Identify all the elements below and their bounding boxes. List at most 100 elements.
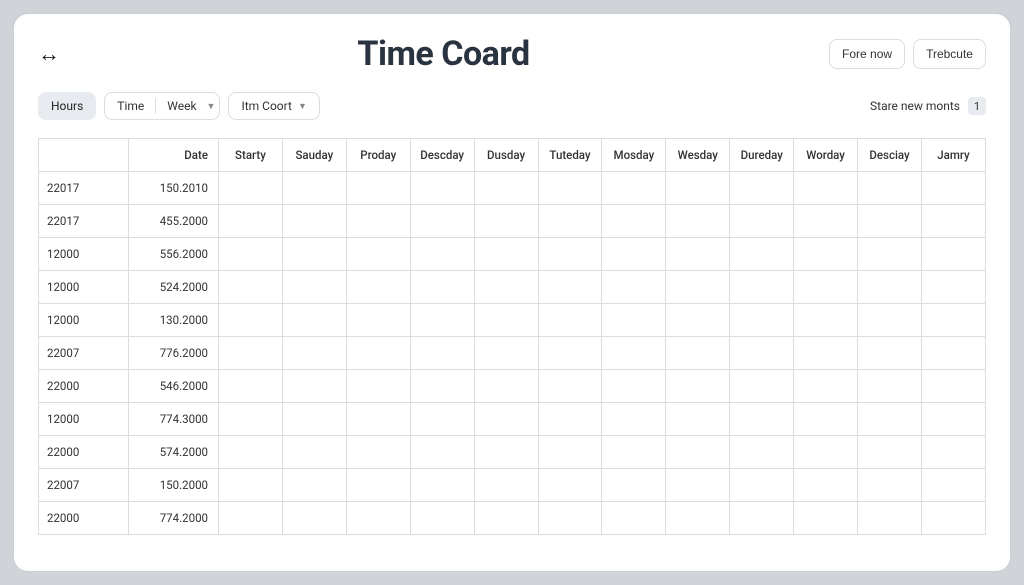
table-cell[interactable]	[858, 337, 922, 370]
table-cell[interactable]	[474, 436, 538, 469]
table-cell[interactable]	[282, 337, 346, 370]
table-cell[interactable]	[410, 403, 474, 436]
table-cell[interactable]	[282, 238, 346, 271]
table-cell[interactable]	[538, 469, 602, 502]
table-cell[interactable]	[921, 205, 985, 238]
table-cell[interactable]	[538, 238, 602, 271]
table-cell[interactable]	[474, 238, 538, 271]
table-cell[interactable]: 22017	[39, 172, 129, 205]
table-cell[interactable]	[921, 370, 985, 403]
trebcute-button[interactable]: Trebcute	[913, 39, 986, 69]
table-cell[interactable]	[474, 304, 538, 337]
table-cell[interactable]: 150.2000	[129, 469, 219, 502]
table-cell[interactable]	[602, 304, 666, 337]
table-cell[interactable]	[858, 172, 922, 205]
table-cell[interactable]: 22000	[39, 436, 129, 469]
table-cell[interactable]	[346, 304, 410, 337]
table-cell[interactable]	[282, 502, 346, 535]
table-cell[interactable]	[346, 403, 410, 436]
table-cell[interactable]	[219, 337, 283, 370]
table-cell[interactable]: 150.2010	[129, 172, 219, 205]
table-cell[interactable]	[730, 370, 794, 403]
table-cell[interactable]	[219, 403, 283, 436]
table-cell[interactable]	[858, 205, 922, 238]
table-cell[interactable]	[602, 238, 666, 271]
table-cell[interactable]	[858, 304, 922, 337]
table-cell[interactable]	[858, 238, 922, 271]
table-cell[interactable]	[666, 238, 730, 271]
table-row[interactable]: 22007150.2000	[39, 469, 986, 502]
table-cell[interactable]	[921, 337, 985, 370]
table-cell[interactable]	[794, 469, 858, 502]
table-cell[interactable]: 12000	[39, 304, 129, 337]
hours-filter-button[interactable]: Hours	[38, 92, 96, 120]
table-cell[interactable]	[666, 337, 730, 370]
table-cell[interactable]	[474, 403, 538, 436]
table-cell[interactable]	[602, 205, 666, 238]
table-cell[interactable]	[538, 205, 602, 238]
fore-now-button[interactable]: Fore now	[829, 39, 905, 69]
table-cell[interactable]	[602, 502, 666, 535]
table-cell[interactable]	[219, 436, 283, 469]
table-cell[interactable]	[794, 304, 858, 337]
table-cell[interactable]: 12000	[39, 271, 129, 304]
table-cell[interactable]: 12000	[39, 238, 129, 271]
table-cell[interactable]	[410, 337, 474, 370]
table-cell[interactable]: 556.2000	[129, 238, 219, 271]
table-cell[interactable]: 455.2000	[129, 205, 219, 238]
table-cell[interactable]	[602, 172, 666, 205]
table-cell[interactable]	[410, 172, 474, 205]
table-cell[interactable]	[219, 238, 283, 271]
table-cell[interactable]	[921, 403, 985, 436]
table-cell[interactable]: 22000	[39, 502, 129, 535]
table-cell[interactable]	[219, 205, 283, 238]
table-cell[interactable]	[858, 403, 922, 436]
table-cell[interactable]	[730, 337, 794, 370]
table-cell[interactable]	[538, 403, 602, 436]
table-cell[interactable]	[538, 436, 602, 469]
table-cell[interactable]	[282, 370, 346, 403]
table-cell[interactable]	[921, 271, 985, 304]
table-cell[interactable]	[794, 436, 858, 469]
table-cell[interactable]	[282, 205, 346, 238]
table-cell[interactable]	[219, 469, 283, 502]
count-badge[interactable]: 1	[968, 97, 986, 115]
table-cell[interactable]	[794, 403, 858, 436]
table-cell[interactable]	[921, 172, 985, 205]
table-cell[interactable]	[346, 436, 410, 469]
table-cell[interactable]	[282, 403, 346, 436]
table-cell[interactable]	[410, 502, 474, 535]
table-cell[interactable]	[474, 172, 538, 205]
table-cell[interactable]	[602, 337, 666, 370]
table-row[interactable]: 22000774.2000	[39, 502, 986, 535]
table-cell[interactable]	[666, 403, 730, 436]
table-cell[interactable]	[666, 304, 730, 337]
table-cell[interactable]	[410, 436, 474, 469]
table-cell[interactable]	[219, 502, 283, 535]
table-cell[interactable]: 22007	[39, 469, 129, 502]
table-cell[interactable]	[730, 172, 794, 205]
table-cell[interactable]	[921, 304, 985, 337]
table-cell[interactable]	[858, 502, 922, 535]
table-cell[interactable]	[858, 271, 922, 304]
table-cell[interactable]	[794, 205, 858, 238]
table-cell[interactable]	[666, 205, 730, 238]
table-cell[interactable]	[666, 436, 730, 469]
table-cell[interactable]	[730, 238, 794, 271]
table-cell[interactable]	[921, 502, 985, 535]
table-cell[interactable]	[410, 271, 474, 304]
table-cell[interactable]: 546.2000	[129, 370, 219, 403]
table-cell[interactable]	[921, 238, 985, 271]
table-cell[interactable]: 130.2000	[129, 304, 219, 337]
table-row[interactable]: 22000574.2000	[39, 436, 986, 469]
table-cell[interactable]	[410, 304, 474, 337]
table-cell[interactable]	[858, 370, 922, 403]
table-cell[interactable]	[410, 205, 474, 238]
table-cell[interactable]	[538, 271, 602, 304]
table-cell[interactable]	[282, 271, 346, 304]
table-cell[interactable]	[666, 469, 730, 502]
table-cell[interactable]: 774.3000	[129, 403, 219, 436]
table-cell[interactable]	[346, 172, 410, 205]
table-cell[interactable]	[602, 403, 666, 436]
table-cell[interactable]	[794, 337, 858, 370]
